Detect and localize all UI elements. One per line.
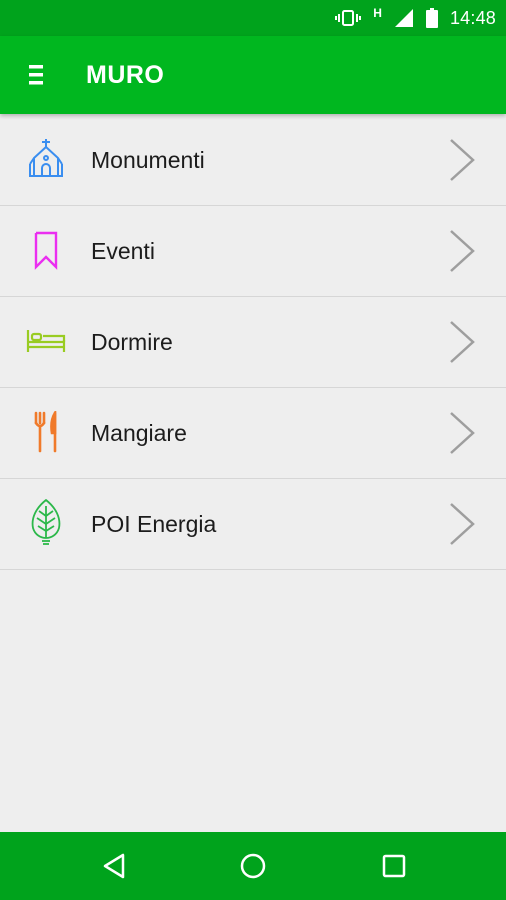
leaf-bulb-icon bbox=[22, 497, 70, 549]
network-h-icon: H bbox=[373, 6, 382, 20]
signal-icon bbox=[394, 8, 414, 28]
bookmark-icon bbox=[22, 226, 70, 274]
menu-item-label: Monumenti bbox=[91, 147, 205, 173]
battery-icon bbox=[425, 8, 438, 28]
home-icon bbox=[240, 853, 266, 879]
status-bar: H 14:48 bbox=[0, 0, 506, 36]
menu-button[interactable] bbox=[22, 61, 50, 89]
vibrate-icon bbox=[335, 9, 362, 27]
status-icons: H 14:48 bbox=[335, 0, 496, 36]
category-list: Monumenti Eventi Dormire Mangiare POI En… bbox=[0, 115, 506, 570]
menu-item-label: Eventi bbox=[91, 238, 155, 264]
recents-icon bbox=[382, 854, 406, 878]
app-title: MURO bbox=[86, 61, 165, 89]
fork-knife-icon bbox=[22, 408, 70, 456]
back-icon bbox=[103, 853, 125, 879]
chevron-right-icon bbox=[450, 503, 475, 545]
menu-item-mangiare[interactable]: Mangiare bbox=[0, 388, 506, 479]
menu-item-eventi[interactable]: Eventi bbox=[0, 206, 506, 297]
menu-item-monumenti[interactable]: Monumenti bbox=[0, 115, 506, 206]
home-button[interactable] bbox=[233, 846, 273, 886]
menu-item-poi-energia[interactable]: POI Energia bbox=[0, 479, 506, 570]
menu-icon bbox=[29, 65, 43, 85]
menu-item-label: POI Energia bbox=[91, 511, 217, 537]
app-bar: MURO bbox=[0, 36, 506, 114]
recents-button[interactable] bbox=[374, 846, 414, 886]
navigation-bar bbox=[0, 832, 506, 900]
bed-icon bbox=[22, 317, 70, 365]
chevron-right-icon bbox=[450, 230, 475, 272]
chevron-right-icon bbox=[450, 412, 475, 454]
menu-item-label: Mangiare bbox=[91, 420, 187, 446]
chevron-right-icon bbox=[450, 321, 475, 363]
menu-item-dormire[interactable]: Dormire bbox=[0, 297, 506, 388]
back-button[interactable] bbox=[94, 846, 134, 886]
chevron-right-icon bbox=[450, 139, 475, 181]
status-time: 14:48 bbox=[449, 7, 496, 28]
menu-item-label: Dormire bbox=[91, 329, 173, 355]
church-icon bbox=[22, 135, 70, 183]
